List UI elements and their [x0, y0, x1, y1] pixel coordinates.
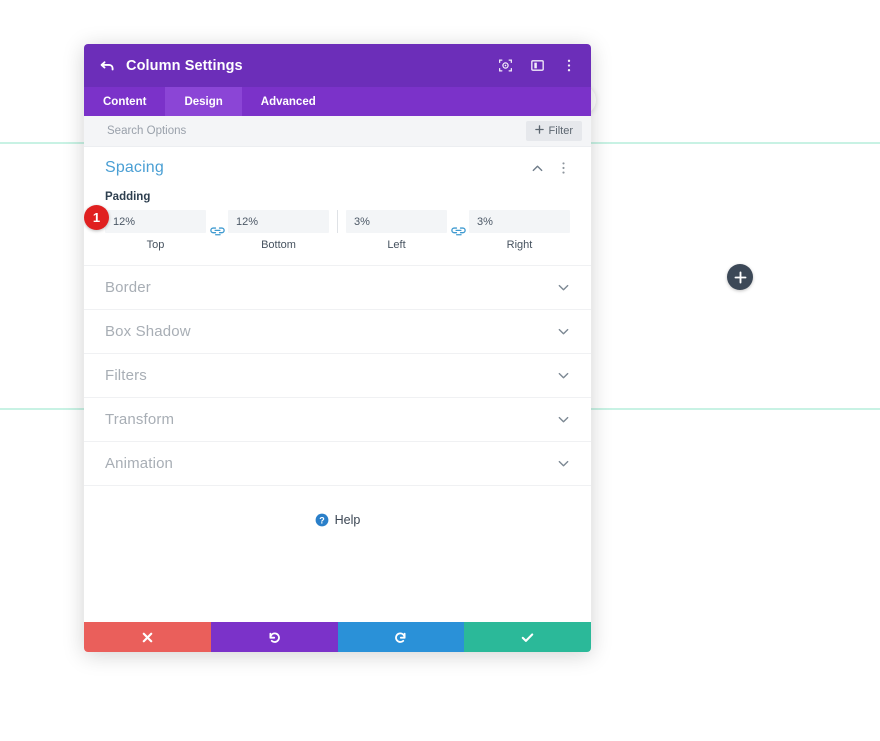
checkmark-icon	[520, 630, 535, 645]
padding-divider	[337, 210, 338, 233]
padding-label: Padding	[105, 191, 151, 203]
save-button[interactable]	[464, 622, 591, 652]
plus-icon	[734, 271, 747, 284]
padding-left-caption: Left	[387, 239, 406, 251]
padding-left-input[interactable]	[346, 210, 447, 233]
column-settings-modal: Column Settings Content Design Advanced …	[84, 44, 591, 652]
modal-footer	[84, 622, 591, 652]
modal-title: Column Settings	[126, 57, 243, 74]
padding-group-vertical: Top Bottom	[105, 210, 329, 251]
section-animation-label: Animation	[105, 455, 174, 472]
spacing-title: Spacing	[105, 159, 164, 176]
chevron-down-icon[interactable]	[556, 325, 570, 339]
spacing-header: Spacing	[105, 159, 570, 177]
layout-panel-icon[interactable]	[529, 58, 545, 74]
tab-content[interactable]: Content	[84, 87, 165, 116]
section-animation[interactable]: Animation	[84, 442, 591, 486]
back-arrow-icon[interactable]	[98, 57, 116, 75]
section-border-label: Border	[105, 279, 151, 296]
section-box-shadow[interactable]: Box Shadow	[84, 310, 591, 354]
vertical-dots-icon[interactable]	[561, 58, 577, 74]
help-row[interactable]: ? Help	[84, 486, 591, 527]
close-x-icon	[141, 631, 154, 644]
search-bar: Filter	[84, 116, 591, 147]
padding-fields-row: Top Bottom	[105, 210, 570, 251]
modal-tabs: Content Design Advanced	[84, 87, 591, 116]
help-label: Help	[334, 513, 361, 527]
modal-header: Column Settings	[84, 44, 591, 87]
spacing-header-icons	[530, 161, 570, 175]
filter-label: Filter	[548, 125, 573, 137]
spacing-section: 1 Spacing Padding 12% Top 12% Bottom 3% …	[84, 147, 591, 266]
search-input[interactable]	[105, 124, 526, 138]
padding-bottom-cell: Bottom	[228, 210, 329, 251]
add-module-button[interactable]	[727, 264, 753, 290]
tab-advanced[interactable]: Advanced	[242, 87, 335, 116]
section-filters-label: Filters	[105, 367, 147, 384]
section-transform-label: Transform	[105, 411, 175, 428]
target-icon[interactable]	[497, 58, 513, 74]
section-border[interactable]: Border	[84, 266, 591, 310]
section-transform[interactable]: Transform	[84, 398, 591, 442]
step-marker-1: 1	[84, 205, 109, 230]
link-sync-icon[interactable]	[206, 219, 228, 242]
padding-left-cell: Left	[346, 210, 447, 251]
modal-body: 1 Spacing Padding 12% Top 12% Bottom 3% …	[84, 147, 591, 622]
padding-bottom-input[interactable]	[228, 210, 329, 233]
chevron-up-icon[interactable]	[530, 161, 544, 175]
link-sync-icon[interactable]	[447, 219, 469, 242]
redo-button[interactable]	[337, 622, 465, 652]
section-box-shadow-label: Box Shadow	[105, 323, 191, 340]
question-circle-icon: ?	[315, 513, 329, 527]
svg-text:?: ?	[319, 515, 325, 525]
cancel-button[interactable]	[84, 622, 211, 652]
chevron-down-icon[interactable]	[556, 457, 570, 471]
filter-button[interactable]: Filter	[525, 121, 582, 141]
section-filters[interactable]: Filters	[84, 354, 591, 398]
padding-right-cell: Right	[469, 210, 570, 251]
plus-icon	[534, 125, 544, 137]
chevron-down-icon[interactable]	[556, 413, 570, 427]
chevron-down-icon[interactable]	[556, 281, 570, 295]
undo-button[interactable]	[210, 622, 338, 652]
padding-top-cell: Top	[105, 210, 206, 251]
undo-arrow-icon	[267, 630, 282, 645]
padding-group-horizontal: Left Right	[346, 210, 570, 251]
padding-top-caption: Top	[146, 239, 165, 251]
padding-top-input[interactable]	[105, 210, 206, 233]
tab-design[interactable]: Design	[165, 87, 242, 116]
padding-right-caption: Right	[506, 239, 533, 251]
redo-arrow-icon	[393, 630, 408, 645]
vertical-dots-icon[interactable]	[556, 161, 570, 175]
header-icon-group	[497, 58, 577, 74]
chevron-down-icon[interactable]	[556, 369, 570, 383]
padding-right-input[interactable]	[469, 210, 570, 233]
padding-bottom-caption: Bottom	[261, 239, 296, 251]
